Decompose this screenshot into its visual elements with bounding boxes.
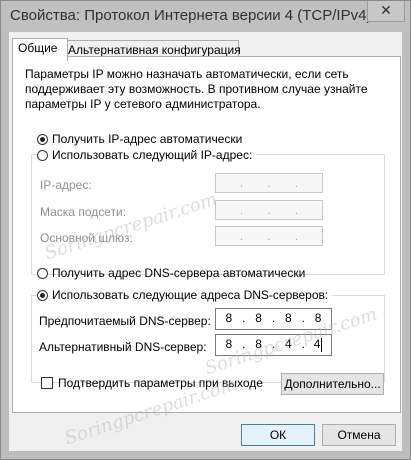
preferred-dns-input[interactable]: 8. 8. 8. 8 [215, 308, 332, 330]
ip-octet [299, 201, 323, 219]
default-gateway-label: Основной шлюз: [40, 231, 133, 245]
subnet-mask-input[interactable]: . . . [215, 200, 323, 220]
dns-manual-radio[interactable] [37, 289, 48, 301]
ip-octet: 8 [285, 311, 292, 325]
advanced-button[interactable]: Дополнительно... [281, 373, 384, 395]
text-caret [321, 337, 323, 352]
dns-manual-label: Использовать следующие адреса DNS-сервер… [52, 288, 329, 302]
ip-octet: 8 [255, 337, 262, 351]
tab-general[interactable]: Общие [12, 38, 68, 61]
ip-manual-label: Использовать следующий IP-адрес: [52, 148, 253, 162]
cancel-button[interactable]: Отмена [322, 424, 396, 446]
title-bar[interactable]: Свойства: Протокол Интернета версии 4 (T… [1, 1, 410, 31]
dns-manual-option[interactable]: Использовать следующие адреса DNS-сервер… [37, 288, 333, 302]
close-icon: ✕ [380, 2, 392, 18]
general-tab-panel: Параметры IP можно назначать автоматичес… [12, 56, 401, 413]
alternate-dns-label: Альтернативный DNS-сервер: [39, 340, 207, 354]
window-title: Свойства: Протокол Интернета версии 4 (T… [10, 7, 372, 24]
ip-octet: 8 [255, 311, 262, 325]
close-button[interactable]: ✕ [367, 1, 405, 22]
validate-on-exit-checkbox[interactable] [41, 377, 53, 389]
ip-octet: 4 [285, 337, 292, 351]
properties-dialog: Свойства: Протокол Интернета версии 4 (T… [0, 0, 411, 460]
ip-manual-option[interactable]: Использовать следующий IP-адрес: [37, 148, 257, 162]
cancel-button-label: Отмена [337, 428, 381, 442]
dns-auto-option[interactable]: Получить адрес DNS-сервера автоматически [37, 266, 305, 280]
ip-octet: 8 [225, 311, 233, 325]
ip-octet [216, 174, 240, 192]
ip-octet: 4 [313, 337, 321, 351]
alternate-dns-input[interactable]: 8. 8. 4. 4 [215, 334, 332, 356]
ip-address-input[interactable]: . . . [215, 173, 323, 193]
description-text: Параметры IP можно назначать автоматичес… [25, 67, 368, 111]
ip-octet [271, 201, 295, 219]
dns-auto-radio[interactable] [37, 267, 48, 279]
ip-octet [244, 201, 268, 219]
ip-octet: 8 [314, 311, 322, 325]
ip-octet [299, 227, 323, 245]
ip-octet [271, 174, 295, 192]
ip-octet [299, 174, 323, 192]
ip-octet-last-with-caret: 4 [305, 335, 331, 355]
ip-octet [216, 201, 240, 219]
ok-button[interactable]: ОК [241, 424, 315, 446]
ok-button-label: ОК [269, 428, 287, 442]
ip-octet [271, 227, 295, 245]
ip-octet [244, 174, 268, 192]
ip-auto-radio[interactable] [37, 133, 48, 145]
ip-manual-radio[interactable] [37, 149, 48, 161]
preferred-dns-label: Предпочитаемый DNS-сервер: [39, 314, 211, 328]
validate-on-exit-option[interactable]: Подтвердить параметры при выходе [41, 376, 263, 390]
default-gateway-input[interactable]: . . . [215, 226, 323, 246]
dialog-client-area: Общие Альтернативная конфигурация Параме… [9, 32, 402, 451]
ip-auto-label: Получить IP-адрес автоматически [52, 132, 243, 146]
dns-auto-label: Получить адрес DNS-сервера автоматически [52, 266, 306, 280]
ip-auto-option[interactable]: Получить IP-адрес автоматически [37, 132, 242, 146]
advanced-button-label: Дополнительно... [284, 377, 381, 391]
subnet-mask-label: Маска подсети: [40, 205, 127, 219]
validate-on-exit-label: Подтвердить параметры при выходе [58, 376, 263, 390]
ip-address-label: IP-адрес: [40, 178, 92, 192]
tab-general-label: Общие [18, 41, 58, 55]
ip-octet [244, 227, 268, 245]
ip-octet [216, 227, 240, 245]
ip-octet: 8 [225, 337, 233, 351]
tab-alternate-config-label: Альтернативная конфигурация [68, 43, 241, 57]
